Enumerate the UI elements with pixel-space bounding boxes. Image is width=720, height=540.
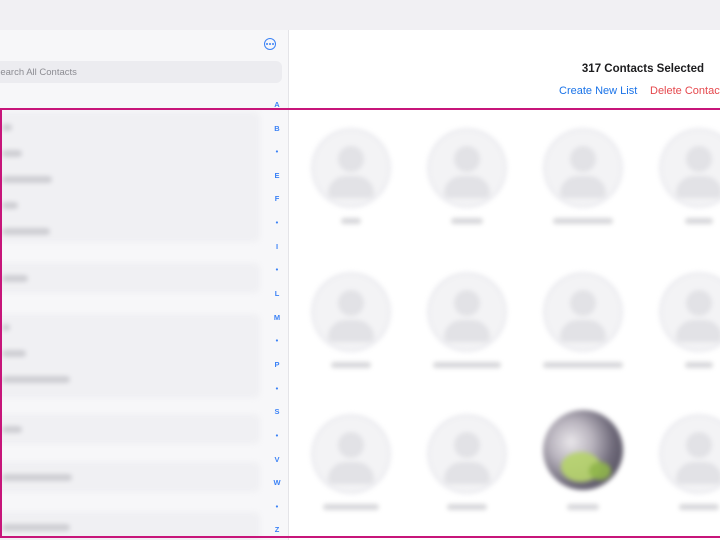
- contact-group: [0, 314, 260, 398]
- index-letter[interactable]: V: [268, 455, 286, 465]
- contact-tile[interactable]: [659, 414, 720, 524]
- contact-tile[interactable]: [543, 272, 623, 382]
- index-letter[interactable]: L: [268, 289, 286, 299]
- avatar: [659, 128, 720, 208]
- contact-group: [0, 512, 260, 540]
- avatar: [427, 128, 507, 208]
- contact-group: [0, 462, 260, 492]
- contact-group: [0, 112, 260, 242]
- contact-photo: [543, 410, 623, 490]
- index-letter[interactable]: M: [268, 313, 286, 323]
- contact-tile[interactable]: [427, 128, 507, 238]
- index-letter[interactable]: •: [268, 336, 286, 346]
- search-input[interactable]: [0, 61, 282, 83]
- index-letter[interactable]: A: [268, 100, 286, 110]
- delete-contacts-button[interactable]: Delete Contacts: [650, 85, 720, 97]
- index-letter[interactable]: P: [268, 360, 286, 370]
- contacts-sidebar: A B • E F • I • L M • P • S • V W • Z: [0, 30, 289, 540]
- contact-tile[interactable]: [659, 272, 720, 382]
- contact-tile[interactable]: [543, 128, 623, 238]
- contact-tile[interactable]: [427, 414, 507, 524]
- avatar: [659, 414, 720, 494]
- avatar: [311, 414, 391, 494]
- more-options-icon[interactable]: [264, 38, 276, 50]
- selected-count: 317 Contacts Selected: [581, 63, 704, 75]
- index-letter[interactable]: •: [268, 431, 286, 441]
- contact-group: [0, 414, 260, 444]
- create-new-list-button[interactable]: Create New List: [559, 85, 637, 97]
- contact-tile[interactable]: [659, 128, 720, 238]
- index-letter[interactable]: Z: [268, 525, 286, 535]
- avatar: [427, 414, 507, 494]
- contact-tile[interactable]: [311, 128, 391, 238]
- index-letter[interactable]: I: [268, 242, 286, 252]
- index-letter[interactable]: F: [268, 194, 286, 204]
- avatar: [543, 272, 623, 352]
- index-letter[interactable]: W: [268, 478, 286, 488]
- avatar: [659, 272, 720, 352]
- contact-tile[interactable]: [311, 272, 391, 382]
- contact-tile[interactable]: [543, 410, 623, 520]
- index-letter[interactable]: •: [268, 147, 286, 157]
- contact-tile[interactable]: [311, 414, 391, 524]
- index-letter[interactable]: E: [268, 171, 286, 181]
- avatar: [311, 272, 391, 352]
- index-letter[interactable]: B: [268, 124, 286, 134]
- index-letter[interactable]: •: [268, 265, 286, 275]
- contact-group: [0, 263, 260, 293]
- index-letter[interactable]: •: [268, 502, 286, 512]
- index-letter[interactable]: •: [268, 218, 286, 228]
- window-titlebar: [0, 0, 720, 30]
- index-letter[interactable]: S: [268, 407, 286, 417]
- avatar: [311, 128, 391, 208]
- index-letter[interactable]: •: [268, 384, 286, 394]
- avatar: [427, 272, 507, 352]
- contact-tile[interactable]: [427, 272, 507, 382]
- avatar: [543, 128, 623, 208]
